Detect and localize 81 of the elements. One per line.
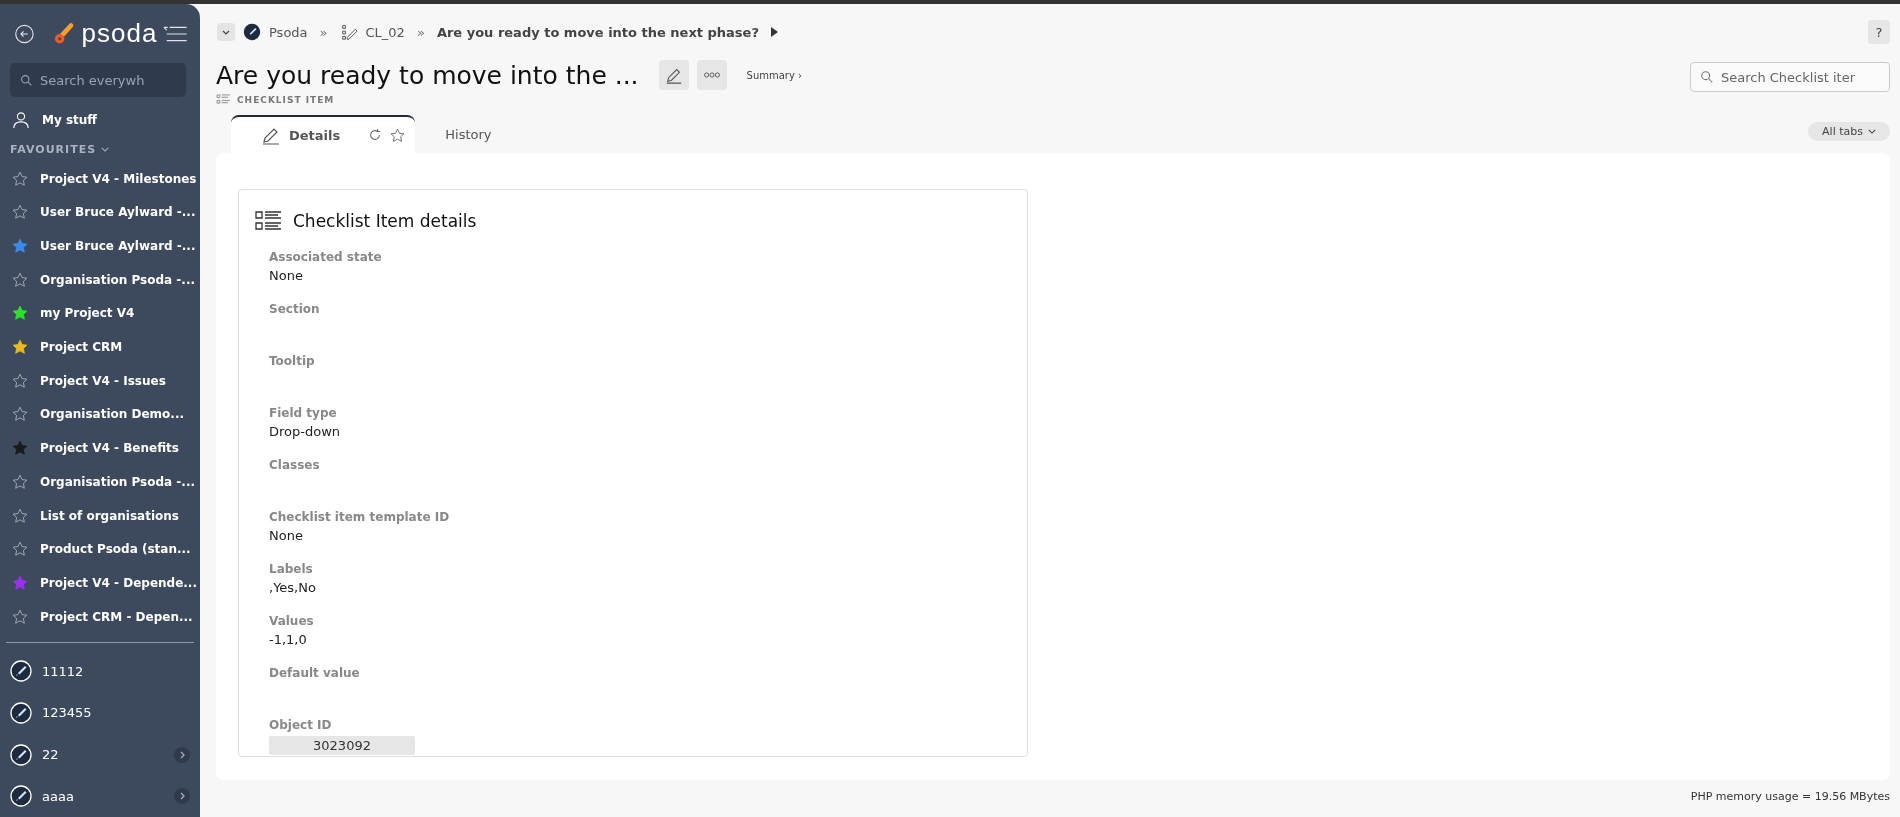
breadcrumb-link[interactable]: CL_02 <box>365 24 405 40</box>
field-value: -1,1,0 <box>269 632 308 647</box>
type-label: CHECKLIST ITEM <box>237 94 335 105</box>
field-label: Labels <box>269 562 314 576</box>
field-value: None <box>269 268 304 283</box>
favourites-heading[interactable]: FAVOURITES <box>10 142 97 156</box>
expand-chevron-icon[interactable] <box>174 746 190 763</box>
field-value: Drop-down <box>269 424 342 439</box>
star-outline-icon[interactable] <box>390 127 406 143</box>
tab[interactable]: Details <box>231 115 416 153</box>
favourite-item[interactable]: my Project V4 <box>0 296 200 331</box>
star-outline-icon <box>12 372 28 389</box>
favourite-item[interactable]: Project V4 - Issues <box>0 363 200 398</box>
field-label: Associated state <box>269 250 383 264</box>
favourite-item[interactable]: User Bruce Aylward -... <box>0 229 200 263</box>
person-icon <box>12 110 30 129</box>
edit-button[interactable] <box>658 60 689 90</box>
star-outline-icon <box>12 507 28 524</box>
favourite-item[interactable]: User Bruce Aylward -... <box>0 195 200 230</box>
field-label: Section <box>269 302 321 316</box>
breadcrumb-separator: » <box>416 24 425 40</box>
expand-chevron-icon[interactable] <box>174 788 190 805</box>
more-button[interactable] <box>696 60 727 90</box>
breadcrumb-link[interactable]: Psoda <box>269 24 308 40</box>
favourite-item[interactable]: Project CRM - Depen... <box>0 599 200 634</box>
field-value: ,Yes,No <box>269 580 317 595</box>
search-icon <box>20 74 33 87</box>
chevron-down-icon <box>1868 129 1876 134</box>
object-id-field: 3023092 <box>269 736 415 755</box>
chevron-down-icon[interactable] <box>101 146 110 152</box>
help-button[interactable]: ? <box>1868 20 1890 44</box>
breadcrumb-link[interactable]: Are you ready to move into the next phase? <box>436 24 759 40</box>
search-icon <box>1700 70 1714 84</box>
favourite-item[interactable]: Project V4 - Benefits <box>0 431 200 466</box>
star-outline-icon <box>12 406 28 423</box>
field-label: Default value <box>269 666 361 680</box>
favourite-item[interactable]: List of organisations <box>0 498 200 533</box>
checklist-icon <box>216 94 231 105</box>
pencil-icon <box>664 66 683 84</box>
favourite-item[interactable]: Organisation Psoda -... <box>0 262 200 297</box>
all-tabs-button[interactable]: All tabs <box>1808 122 1890 141</box>
favourite-item[interactable]: Product Psoda (stan... <box>0 532 200 567</box>
more-dots-icon <box>702 71 721 79</box>
favourite-item[interactable]: Project V4 - Milestones <box>0 161 200 196</box>
field-label: Tooltip <box>269 354 316 368</box>
favourite-item[interactable]: Organisation Demo... <box>0 397 200 432</box>
field-label: Classes <box>269 458 321 472</box>
star-outline-icon <box>12 170 28 187</box>
field-value: None <box>269 528 304 543</box>
field-label: Checklist item template ID <box>269 510 451 524</box>
checklist-icon <box>255 210 283 232</box>
field-label: Object ID <box>269 718 333 732</box>
project-item[interactable]: 22 <box>0 733 200 776</box>
project-item[interactable]: 123455 <box>0 692 200 734</box>
memory-usage-text: PHP memory usage = 19.56 MBytes <box>1689 789 1890 803</box>
search-field[interactable]: Search everywh <box>10 63 186 97</box>
star-outline-icon <box>12 204 28 221</box>
star-outline-icon <box>12 271 28 288</box>
star-outline-icon <box>12 541 28 558</box>
page-title: Are you ready to move into the ... <box>216 60 639 90</box>
my-stuff-link[interactable]: My stuff <box>0 103 200 137</box>
favourite-item[interactable]: Project V4 - Depende... <box>0 566 200 600</box>
star-outline-icon <box>12 608 28 625</box>
project-item[interactable]: aaaa <box>0 775 200 817</box>
logo-icon <box>52 21 76 46</box>
star-outline-icon <box>12 473 28 490</box>
breadcrumb-separator: » <box>319 24 328 40</box>
card-title: Checklist Item details <box>293 211 477 231</box>
search-field[interactable]: Search Checklist iter <box>1690 62 1890 92</box>
dropdown-toggle-icon[interactable] <box>217 23 235 41</box>
favourite-item[interactable]: Organisation Psoda -... <box>0 465 200 499</box>
summary-link[interactable]: Summary › <box>746 69 803 81</box>
play-triangle-icon[interactable] <box>770 27 778 37</box>
project-item[interactable]: 11112 <box>0 650 200 693</box>
favourite-item[interactable]: Project CRM <box>0 330 200 364</box>
tab[interactable]: History <box>415 115 522 153</box>
refresh-icon[interactable] <box>368 128 383 142</box>
field-label: Field type <box>269 406 338 420</box>
field-label: Values <box>269 614 315 628</box>
checklist-edit-icon <box>339 23 358 41</box>
logo-text: psoda <box>81 18 158 49</box>
